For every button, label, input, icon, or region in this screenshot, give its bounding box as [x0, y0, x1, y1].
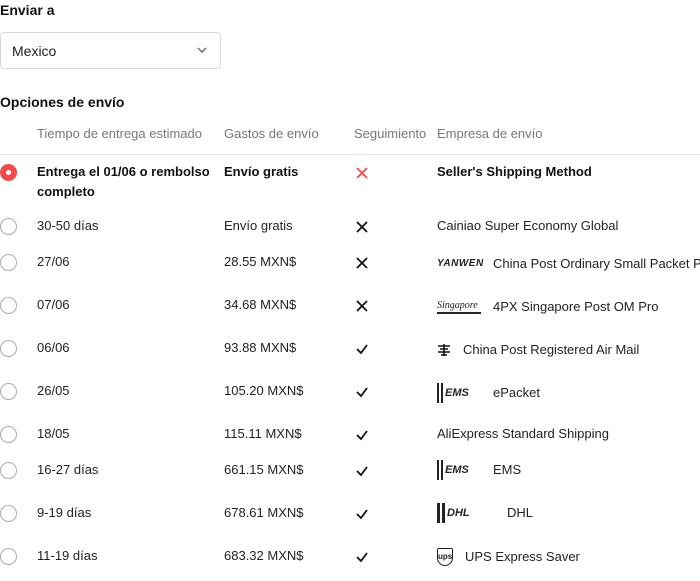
- header-shipping-cost: Gastos de envío: [224, 126, 319, 141]
- header-delivery-time: Tiempo de entrega estimado: [37, 126, 203, 141]
- header-shipping-company: Empresa de envío: [437, 126, 543, 141]
- shipping-option-row[interactable]: 27/06 28.55 MXN$ YANWEN China Post Ordin…: [0, 252, 700, 274]
- shipping-option-row[interactable]: 9-19 días 678.61 MXN$ DHL DHL: [0, 503, 700, 525]
- delivery-time: 06/06: [37, 340, 70, 355]
- delivery-time: 11-19 días: [37, 548, 98, 563]
- tracking-available-icon: [356, 344, 368, 355]
- header-tracking: Seguimiento: [354, 126, 427, 141]
- shipping-company-name: China Post Ordinary Small Packet Plus: [493, 256, 700, 271]
- shipping-cost: 115.11 MXN$: [224, 426, 302, 441]
- shipping-option-row[interactable]: 11-19 días 683.32 MXN$ ups UPS Express S…: [0, 546, 700, 570]
- dhl-logo: DHL: [437, 503, 495, 523]
- shipping-option-row[interactable]: 06/06 93.88 MXN$ China Post Registered A…: [0, 338, 700, 360]
- shipping-company-name: ePacket: [493, 385, 540, 400]
- shipping-company-name: Cainiao Super Economy Global: [437, 218, 619, 233]
- shipping-radio[interactable]: [0, 426, 17, 443]
- shipping-radio-selected[interactable]: [0, 164, 17, 181]
- tracking-unavailable-icon: [356, 221, 368, 233]
- shipping-company: Cainiao Super Economy Global: [437, 216, 618, 236]
- shipping-company-name: 4PX Singapore Post OM Pro: [493, 299, 659, 314]
- delivery-time: 9-19 días: [37, 505, 92, 520]
- shipping-cost: 683.32 MXN$: [224, 548, 304, 563]
- tracking-unavailable-icon: [356, 300, 368, 312]
- country-select[interactable]: Mexico: [0, 32, 221, 69]
- delivery-time: Entrega el 01/06 o rembolso completo: [37, 164, 210, 199]
- delivery-time: 18/05: [37, 426, 70, 441]
- china-post-logo: [438, 344, 450, 356]
- yanwen-logo: YANWEN: [437, 258, 484, 269]
- shipping-cost: 93.88 MXN$: [224, 340, 297, 355]
- tracking-available-icon: [356, 387, 368, 398]
- delivery-time: 27/06: [37, 254, 70, 269]
- tracking-available-icon: [356, 552, 368, 563]
- delivery-time: 16-27 días: [37, 462, 99, 477]
- tracking-unavailable-icon: [356, 257, 368, 269]
- shipping-radio[interactable]: [0, 462, 17, 479]
- tracking-available-icon: [356, 509, 368, 520]
- tracking-available-icon: [356, 466, 368, 477]
- shipping-cost: 661.15 MXN$: [224, 462, 304, 477]
- shipping-company: Singapore 4PX Singapore Post OM Pro: [437, 297, 658, 317]
- shipping-company: EMS ePacket: [437, 383, 540, 403]
- singapore-post-logo: Singapore: [437, 300, 481, 314]
- delivery-time: 07/06: [37, 297, 70, 312]
- ems-logo: EMS: [437, 383, 481, 403]
- shipping-radio[interactable]: [0, 505, 17, 522]
- delivery-time: 30-50 días: [37, 218, 99, 233]
- shipping-cost: 678.61 MXN$: [224, 505, 304, 520]
- country-select-value: Mexico: [12, 42, 57, 59]
- shipping-company-name: UPS Express Saver: [465, 549, 580, 564]
- shipping-company: Seller's Shipping Method: [437, 162, 592, 182]
- shipping-option-row[interactable]: 07/06 34.68 MXN$ Singapore 4PX Singapore…: [0, 295, 700, 317]
- shipping-cost: 105.20 MXN$: [224, 383, 304, 398]
- shipping-company-name: China Post Registered Air Mail: [463, 342, 640, 357]
- shipping-option-row[interactable]: 26/05 105.20 MXN$ EMS ePacket: [0, 381, 700, 403]
- shipping-radio[interactable]: [0, 218, 17, 235]
- shipping-cost: Envío gratis: [224, 164, 299, 179]
- shipping-option-row[interactable]: 30-50 días Envío gratis Cainiao Super Ec…: [0, 216, 700, 238]
- tracking-unavailable-icon: [356, 167, 368, 179]
- shipping-radio[interactable]: [0, 297, 17, 314]
- chevron-down-icon: [197, 47, 207, 53]
- shipping-radio[interactable]: [0, 254, 17, 271]
- shipping-company: China Post Registered Air Mail: [437, 340, 639, 360]
- shipping-company: DHL DHL: [437, 503, 533, 523]
- shipping-company: EMS EMS: [437, 460, 521, 480]
- shipping-cost: Envío gratis: [224, 218, 293, 233]
- shipping-option-row[interactable]: Entrega el 01/06 o rembolso completo Env…: [0, 162, 700, 206]
- shipping-radio[interactable]: [0, 548, 17, 565]
- shipping-company-name: AliExpress Standard Shipping: [437, 426, 609, 441]
- shipping-cost: 28.55 MXN$: [224, 254, 297, 269]
- shipping-company-name: EMS: [493, 462, 522, 477]
- shipping-options-title: Opciones de envío: [0, 94, 125, 110]
- shipping-cost: 34.68 MXN$: [224, 297, 297, 312]
- shipping-option-row[interactable]: 18/05 115.11 MXN$ AliExpress Standard Sh…: [0, 424, 700, 446]
- shipping-company: ups UPS Express Saver: [437, 547, 580, 567]
- shipping-option-row[interactable]: 16-27 días 661.15 MXN$ EMS EMS: [0, 460, 700, 482]
- shipping-company: YANWEN China Post Ordinary Small Packet …: [437, 254, 700, 274]
- shipping-radio[interactable]: [0, 340, 17, 357]
- shipping-company-name: DHL: [507, 505, 534, 520]
- delivery-time: 26/05: [37, 383, 70, 398]
- tracking-available-icon: [356, 430, 368, 441]
- ups-logo: ups: [437, 548, 453, 566]
- shipping-company: AliExpress Standard Shipping: [437, 424, 609, 444]
- ems-logo: EMS: [437, 460, 481, 480]
- send-to-title: Enviar a: [0, 2, 55, 18]
- shipping-radio[interactable]: [0, 383, 17, 400]
- shipping-table-header: Tiempo de entrega estimado Gastos de env…: [0, 126, 700, 155]
- shipping-company-name: Seller's Shipping Method: [437, 164, 592, 179]
